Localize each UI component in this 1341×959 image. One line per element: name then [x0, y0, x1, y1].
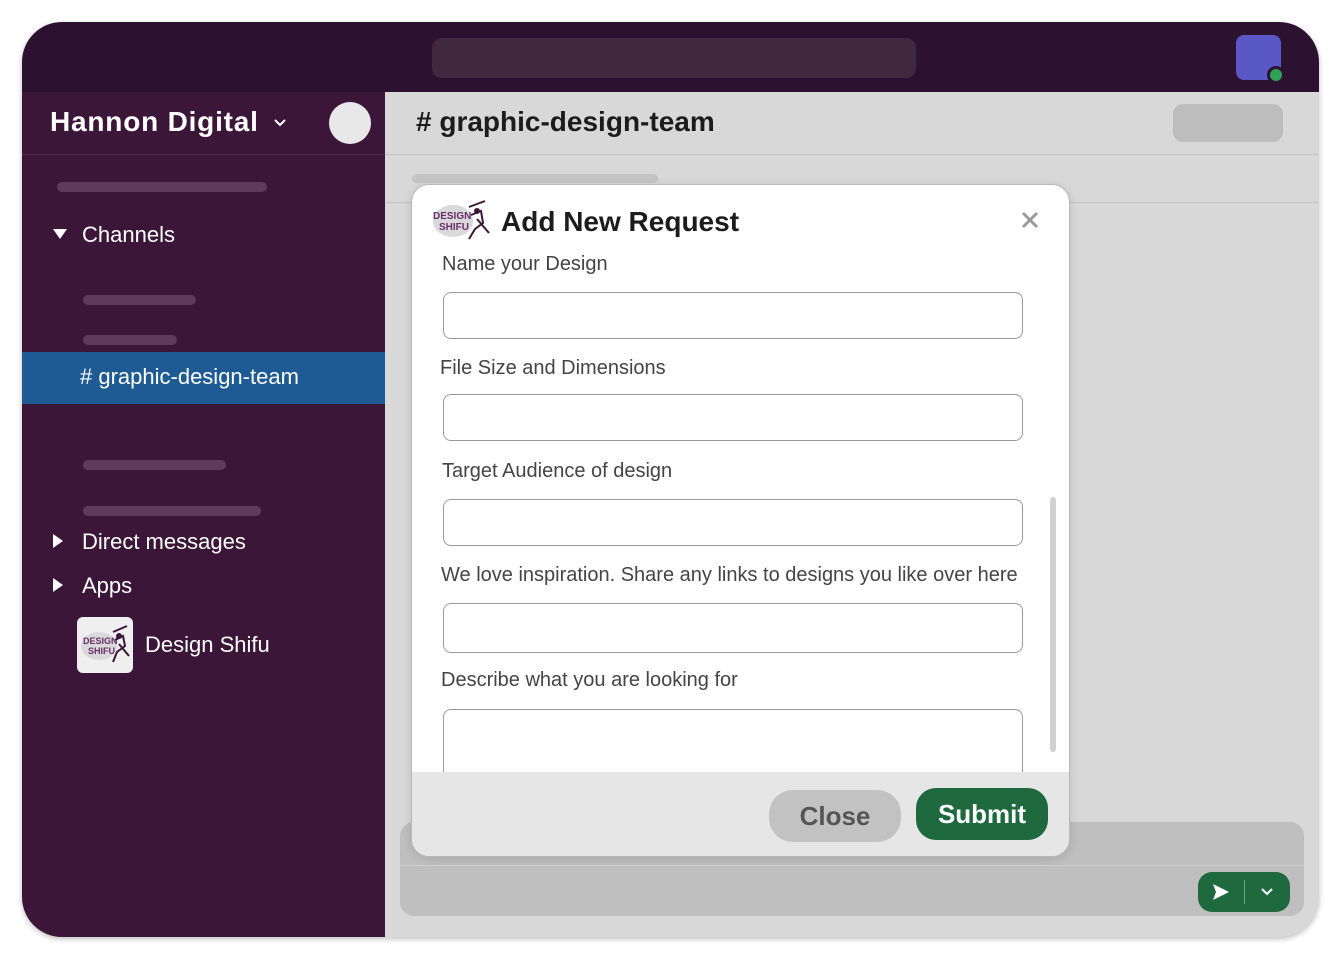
- design-shifu-logo: DESIGN SHIFU: [431, 199, 491, 243]
- search-bar[interactable]: [432, 38, 916, 78]
- channel-title[interactable]: # graphic-design-team: [416, 106, 715, 138]
- sidebar-item-graphic-design-team[interactable]: # graphic-design-team: [22, 352, 385, 404]
- channel-details-button[interactable]: [1173, 104, 1283, 142]
- channels-section-header[interactable]: Channels: [52, 222, 175, 248]
- channel-header: # graphic-design-team: [385, 92, 1319, 155]
- direct-messages-section-header[interactable]: Direct messages: [52, 529, 246, 555]
- logo-text-top: DESIGN: [83, 636, 118, 646]
- chevron-down-icon[interactable]: [1245, 872, 1289, 912]
- close-icon[interactable]: [1015, 205, 1045, 235]
- composer-divider: [400, 865, 1304, 866]
- design-shifu-logo: DESIGN SHIFU: [77, 617, 133, 673]
- add-request-modal: DESIGN SHIFU Add New Request Name your D…: [411, 184, 1070, 857]
- sidebar-item-design-shifu[interactable]: DESIGN SHIFU Design Shifu: [77, 617, 270, 673]
- workspace-name[interactable]: Hannon Digital: [50, 106, 259, 138]
- workspace-header[interactable]: Hannon Digital: [22, 92, 385, 155]
- modal-scrollbar[interactable]: [1050, 497, 1056, 752]
- file-size-input[interactable]: [443, 394, 1023, 441]
- placeholder-message: [412, 174, 658, 183]
- compose-button[interactable]: [329, 102, 371, 144]
- placeholder-channel: [83, 335, 177, 345]
- top-bar: [22, 22, 1319, 92]
- inspiration-links-input[interactable]: [443, 603, 1023, 653]
- placeholder-item: [57, 182, 267, 192]
- channel-name: # graphic-design-team: [80, 364, 299, 389]
- field-label-inspiration-links: We love inspiration. Share any links to …: [441, 564, 1018, 586]
- caret-right-icon[interactable]: [52, 577, 70, 596]
- placeholder-channel: [83, 295, 196, 305]
- field-label-file-size: File Size and Dimensions: [440, 357, 666, 379]
- logo-text-bottom: SHIFU: [439, 222, 469, 233]
- caret-right-icon[interactable]: [52, 533, 70, 552]
- send-icon[interactable]: [1198, 872, 1244, 912]
- sidebar: Hannon Digital Channels # graphic-design…: [22, 92, 385, 937]
- caret-down-icon[interactable]: [52, 227, 70, 243]
- field-label-design-name: Name your Design: [442, 253, 608, 275]
- channels-section-label: Channels: [82, 222, 175, 247]
- apps-section-label: Apps: [82, 573, 133, 598]
- logo-text-bottom: SHIFU: [88, 646, 115, 656]
- send-button-group[interactable]: [1198, 872, 1290, 912]
- modal-title: Add New Request: [501, 206, 740, 237]
- direct-messages-section-label: Direct messages: [82, 529, 246, 554]
- logo-text-top: DESIGN: [433, 211, 471, 222]
- field-label-description: Describe what you are looking for: [441, 669, 738, 691]
- placeholder-channel: [83, 460, 226, 470]
- placeholder-channel: [83, 506, 261, 516]
- apps-section-header[interactable]: Apps: [52, 573, 132, 599]
- field-label-target-audience: Target Audience of design: [442, 460, 673, 482]
- chevron-down-icon[interactable]: [273, 112, 287, 133]
- app-name: Design Shifu: [145, 632, 270, 657]
- submit-button[interactable]: Submit: [916, 788, 1048, 840]
- presence-status-icon: [1267, 66, 1285, 84]
- close-button[interactable]: Close: [769, 790, 901, 842]
- design-name-input[interactable]: [443, 292, 1023, 339]
- target-audience-input[interactable]: [443, 499, 1023, 546]
- modal-footer: Close Submit: [412, 772, 1069, 856]
